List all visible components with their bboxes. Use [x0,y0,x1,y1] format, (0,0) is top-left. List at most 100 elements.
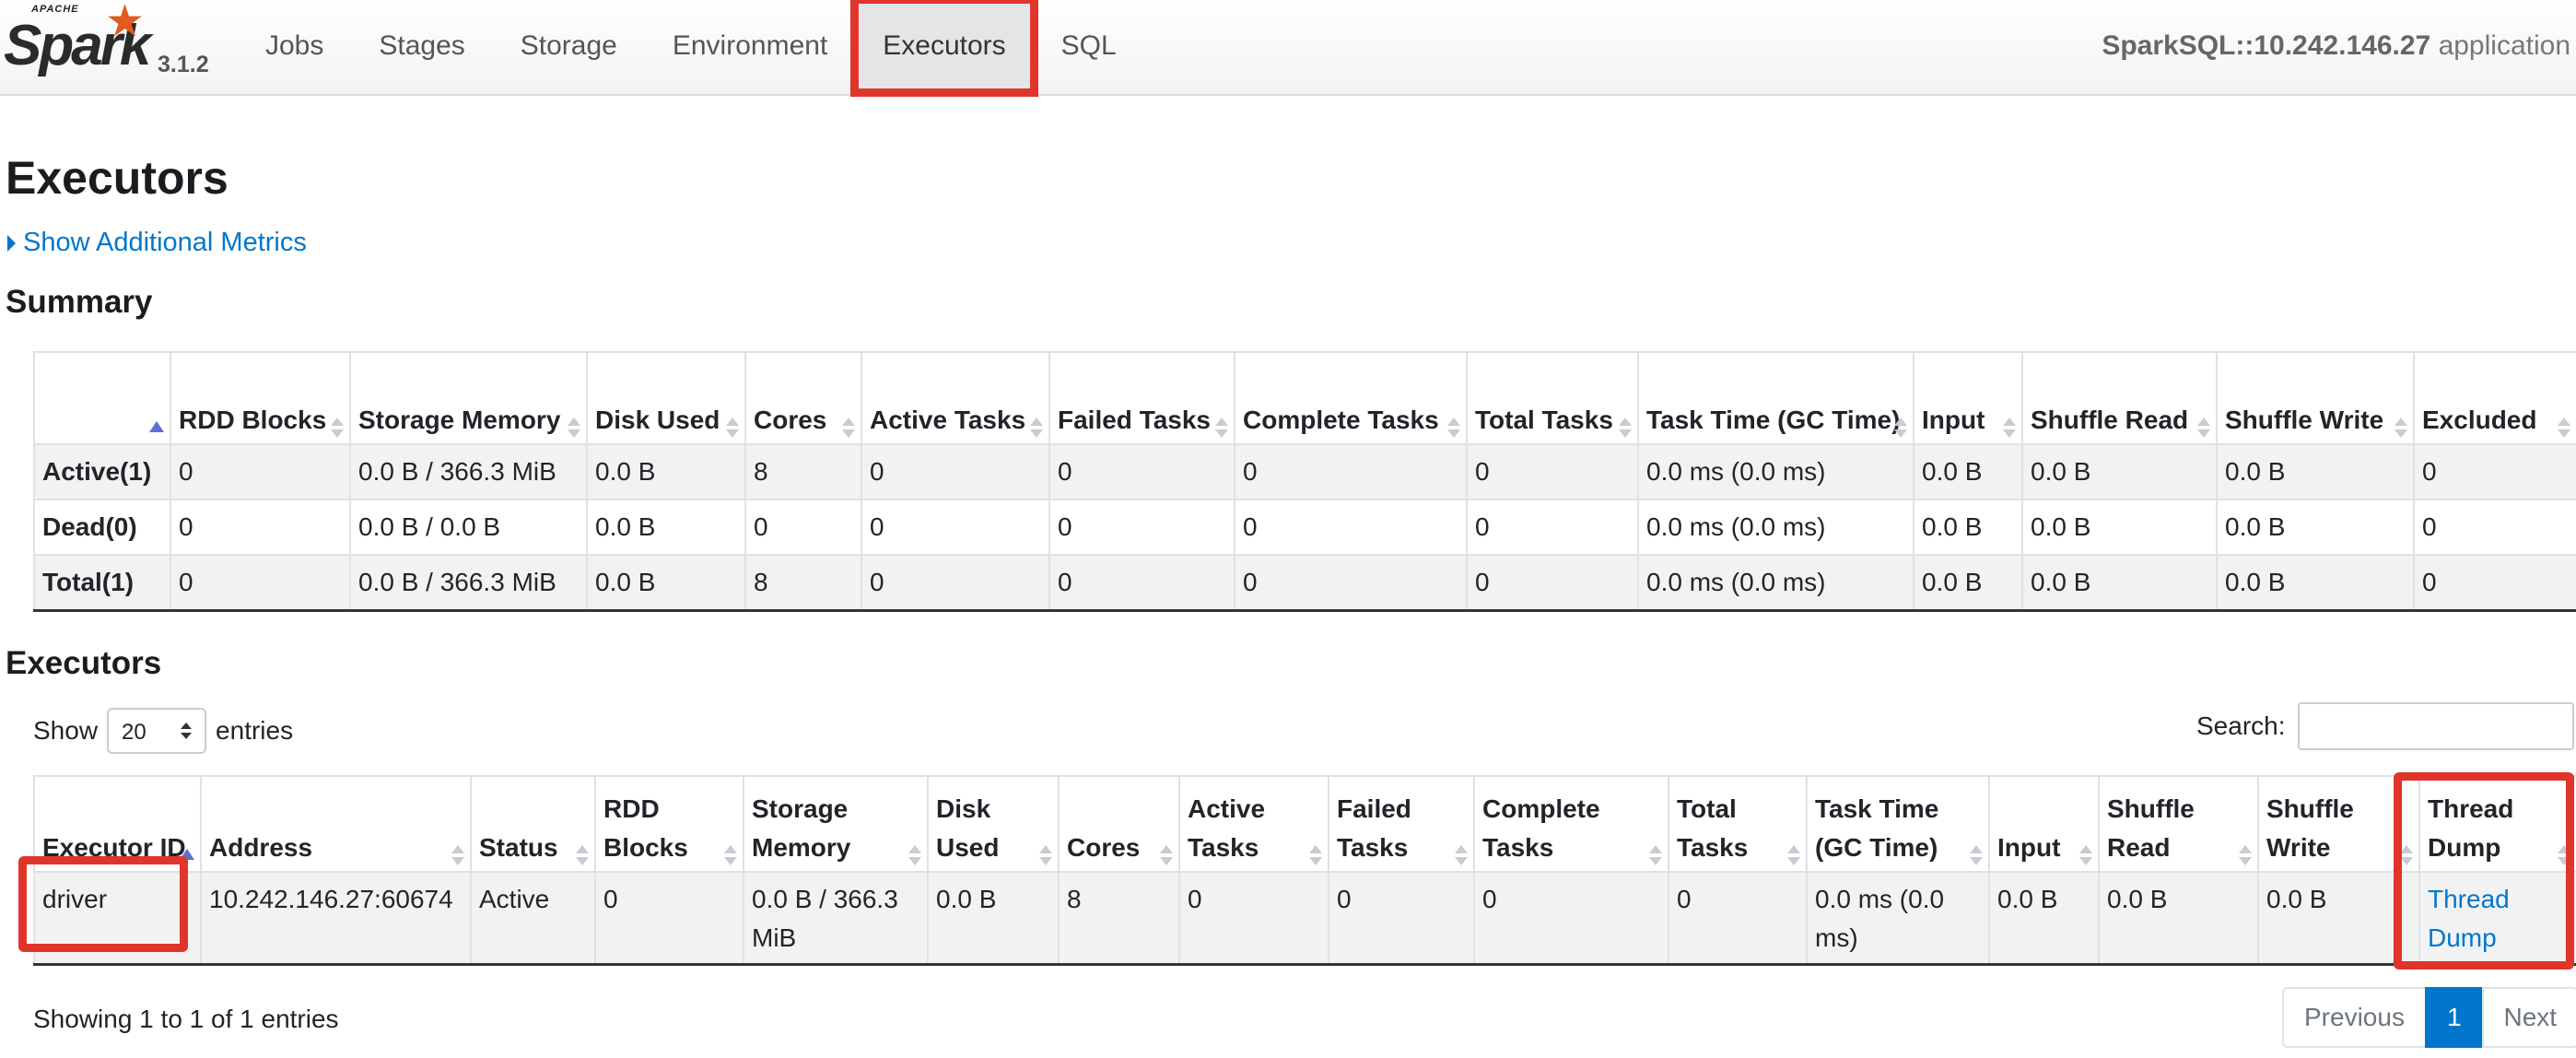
show-label: Show [33,716,99,745]
summary-cell: 0 [2413,554,2576,612]
app-name: SparkSQL::10.242.146.27 application [2102,0,2570,92]
summary-col-header[interactable]: Task Time (GC Time) [1637,351,1914,445]
summary-col-header[interactable]: Shuffle Read [2021,351,2218,445]
sort-icon [2395,417,2407,438]
sort-icon [1649,845,1662,865]
summary-col-header[interactable]: Failed Tasks [1048,351,1235,445]
summary-cell: 0.0 B [2021,443,2218,500]
exec-col-header[interactable]: Active Tasks [1178,775,1329,873]
page-1-button[interactable]: 1 [2424,987,2484,1048]
exec-col-header[interactable]: Complete Tasks [1473,775,1669,873]
exec-col-header[interactable]: Thread Dump [2418,775,2576,873]
executor-cell: 0 [594,871,744,966]
exec-col-header[interactable]: Shuffle Write [2257,775,2420,873]
summary-cell: 0 [1466,499,1639,556]
summary-row-label: Total(1) [33,554,171,612]
sort-icon [576,845,589,865]
executor-id-cell: driver [33,871,202,966]
navbar: APACHE Spark ★ 3.1.2 Jobs Stages Storage… [0,0,2576,97]
sort-icon [1787,845,1800,865]
tab-jobs[interactable]: Jobs [238,0,351,92]
summary-cell: 0 [2413,499,2576,556]
summary-col-header[interactable]: RDD Blocks [170,351,351,445]
sort-icon [726,417,739,438]
summary-cell: 0 [1048,499,1235,556]
summary-cell: 0 [170,443,351,500]
summary-cell: 0 [861,554,1050,612]
exec-col-header[interactable]: Address [200,775,472,873]
exec-col-header[interactable]: Disk Used [927,775,1060,873]
summary-col-header[interactable]: Storage Memory [349,351,588,445]
executor-cell: Active [470,871,596,966]
sort-icon [2558,417,2570,438]
summary-cell: 0 [744,499,862,556]
summary-col-header[interactable] [33,351,171,445]
executor-cell: 0.0 B [2098,871,2259,966]
executor-cell: 0 [1178,871,1329,966]
summary-col-header[interactable]: Complete Tasks [1234,351,1468,445]
executor-row: driver 10.242.146.27:60674 Active 0 0.0 B / … [33,871,2576,966]
tab-storage[interactable]: Storage [493,0,645,92]
exec-col-header[interactable]: Total Tasks [1668,775,1808,873]
sort-icon [1215,417,1228,438]
spark-star-icon: ★ [105,0,146,46]
entries-label: entries [216,716,294,745]
exec-col-header[interactable]: Task Time (GC Time) [1806,775,1990,873]
exec-col-header[interactable]: Storage Memory [743,775,929,873]
exec-col-header[interactable]: Shuffle Read [2098,775,2259,873]
sort-icon [2003,417,2016,438]
summary-table: RDD Blocks Storage Memory Disk Used Core… [33,351,2576,612]
summary-col-header[interactable]: Shuffle Write [2216,351,2415,445]
previous-page-button[interactable]: Previous [2282,987,2427,1048]
sort-icon [1970,845,1983,865]
summary-cell: 0 [1466,554,1639,612]
summary-col-header[interactable]: Disk Used [586,351,746,445]
executor-cell: 0 [1473,871,1669,966]
sort-icon [2400,845,2413,865]
summary-col-header[interactable]: Active Tasks [861,351,1050,445]
sort-icon [2239,845,2252,865]
tab-executors[interactable]: Executors [850,0,1038,97]
next-page-button[interactable]: Next [2481,987,2576,1048]
tab-environment[interactable]: Environment [645,0,855,92]
search-input[interactable] [2298,702,2574,750]
page-size-select[interactable]: 20 [107,708,207,754]
summary-cell: 0.0 B / 366.3 MiB [349,443,588,500]
exec-col-header[interactable]: Input [1988,775,2100,873]
exec-col-header[interactable]: Failed Tasks [1328,775,1475,873]
summary-row: Dead(0) 0 0.0 B / 0.0 B 0.0 B 0 0 0 0 0 0.0 ms (0… [33,499,2576,556]
spark-logo[interactable]: APACHE Spark ★ 3.1.2 [4,0,209,83]
tab-stages[interactable]: Stages [351,0,492,92]
summary-cell: 0.0 B [1913,554,2023,612]
exec-col-header[interactable]: Cores [1058,775,1180,873]
summary-col-header[interactable]: Excluded [2413,351,2576,445]
executors-header-row: Executor ID Address Status RDD Blocks St… [33,775,2576,873]
executor-cell: 8 [1058,871,1180,966]
summary-col-header[interactable]: Total Tasks [1466,351,1639,445]
executors-heading: Executors [6,645,162,681]
executor-cell: 0.0 B / 366.3 MiB [743,871,929,966]
show-additional-metrics-link[interactable]: Show Additional Metrics [7,228,307,258]
executor-cell: 0.0 B [1988,871,2100,966]
showing-entries-text: Showing 1 to 1 of 1 entries [33,1005,339,1033]
exec-col-header[interactable]: Executor ID [33,775,202,873]
tab-sql[interactable]: SQL [1034,0,1144,92]
summary-row-label: Active(1) [33,443,171,500]
summary-cell: 0.0 B / 366.3 MiB [349,554,588,612]
summary-cell: 0 [1234,443,1468,500]
summary-col-header[interactable]: Input [1913,351,2023,445]
summary-row: Active(1) 0 0.0 B / 366.3 MiB 0.0 B 8 0 0 0 0 0.0… [33,443,2576,500]
sort-icon [842,417,855,438]
exec-col-header[interactable]: RDD Blocks [594,775,744,873]
thread-dump-link[interactable]: Thread Dump [2428,885,2510,952]
summary-col-header[interactable]: Cores [744,351,862,445]
summary-header-row: RDD Blocks Storage Memory Disk Used Core… [33,351,2576,445]
executors-table: Executor ID Address Status RDD Blocks St… [33,775,2576,966]
app-title: SparkSQL::10.242.146.27 [2102,30,2431,61]
sort-icon [1030,417,1043,438]
summary-cell: 0 [170,554,351,612]
summary-cell: 0.0 B / 0.0 B [349,499,588,556]
sort-icon [2079,845,2092,865]
sort-icon [451,845,464,865]
exec-col-header[interactable]: Status [470,775,596,873]
